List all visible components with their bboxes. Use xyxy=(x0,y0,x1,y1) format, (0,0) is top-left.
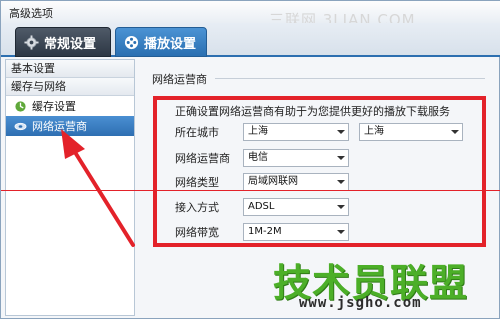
tab-general-settings[interactable]: 常规设置 xyxy=(15,27,111,57)
title-bar: 高级选项 xyxy=(1,1,500,23)
cache-icon xyxy=(14,100,27,113)
tab-label: 常规设置 xyxy=(44,36,97,52)
advanced-options-window: 高级选项 三联网 3LIAN.COM 常规设置 播放设置 基本设置 缓存与网络 … xyxy=(0,0,500,319)
film-icon xyxy=(124,35,139,50)
group-divider xyxy=(215,78,485,79)
gear-icon xyxy=(24,34,39,50)
network-icon xyxy=(14,120,27,133)
tab-label: 播放设置 xyxy=(144,36,197,52)
brand-url-watermark: www.jsgho.com xyxy=(299,295,422,311)
annotation-highlight-box xyxy=(153,96,486,247)
tab-playback-settings[interactable]: 播放设置 xyxy=(115,27,207,57)
group-title: 网络运营商 xyxy=(152,71,211,87)
settings-sidebar: 基本设置 缓存与网络 缓存设置 网络运营商 xyxy=(5,59,135,316)
sidebar-item-label: 网络运营商 xyxy=(32,120,87,133)
tab-bar: 常规设置 播放设置 xyxy=(1,23,500,57)
sidebar-item-cache-network[interactable]: 缓存与网络 xyxy=(6,78,134,96)
sidebar-item-cache-settings[interactable]: 缓存设置 xyxy=(6,96,134,116)
window-title: 高级选项 xyxy=(9,7,53,20)
sidebar-item-label: 缓存设置 xyxy=(32,100,76,113)
sidebar-item-basic-settings[interactable]: 基本设置 xyxy=(6,60,134,78)
sidebar-item-label: 缓存与网络 xyxy=(11,80,66,93)
sidebar-item-network-operator[interactable]: 网络运营商 xyxy=(6,116,134,136)
sidebar-item-label: 基本设置 xyxy=(11,62,55,75)
